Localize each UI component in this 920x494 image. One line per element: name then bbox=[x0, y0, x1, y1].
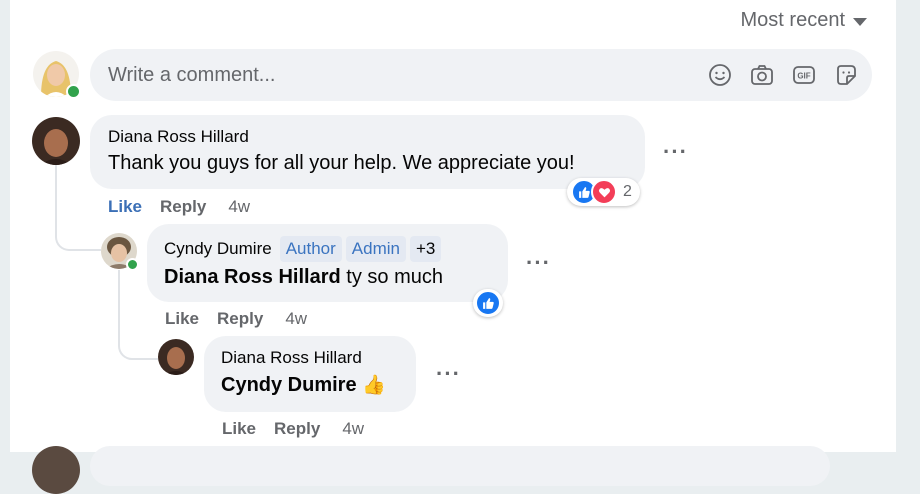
like-link[interactable]: Like bbox=[222, 419, 256, 439]
camera-icon[interactable] bbox=[750, 63, 774, 87]
comment-actions: Like Reply 4w bbox=[222, 419, 382, 439]
reply-link[interactable]: Reply bbox=[160, 197, 206, 217]
sort-dropdown[interactable]: Most recent bbox=[741, 9, 867, 32]
more-options-icon[interactable]: ··· bbox=[436, 361, 461, 387]
comment-author-avatar[interactable] bbox=[101, 233, 139, 271]
author-badge: Author bbox=[279, 236, 342, 262]
thread-connector bbox=[118, 320, 158, 360]
admin-badge: Admin bbox=[345, 236, 406, 262]
comment-actions: Like Reply 4w bbox=[165, 309, 325, 329]
comment-bubble: Cyndy Dumire Author Admin +3 Diana Ross … bbox=[147, 224, 508, 302]
comment-actions: Like Reply 4w bbox=[108, 197, 268, 217]
avatar-image bbox=[32, 446, 80, 494]
comment-author-avatar[interactable] bbox=[32, 446, 80, 494]
reply-link[interactable]: Reply bbox=[274, 419, 320, 439]
emoji-icon[interactable] bbox=[708, 63, 732, 87]
comment-bubble: Diana Ross Hillard Cyndy Dumire 👍 bbox=[204, 336, 416, 412]
more-badges[interactable]: +3 bbox=[409, 236, 442, 262]
like-link[interactable]: Like bbox=[108, 197, 142, 217]
comment-text: ty so much bbox=[340, 266, 443, 288]
gif-icon[interactable]: GIF bbox=[792, 63, 816, 87]
comment-bubble bbox=[90, 446, 830, 486]
comment-input[interactable] bbox=[90, 49, 650, 101]
sticker-icon[interactable] bbox=[834, 63, 858, 87]
avatar-image bbox=[32, 117, 80, 165]
mention-link[interactable]: Diana Ross Hillard bbox=[164, 266, 341, 288]
thumbs-up-emoji: 👍 bbox=[362, 375, 386, 396]
thread-connector bbox=[55, 215, 101, 251]
sort-label: Most recent bbox=[740, 9, 845, 31]
more-options-icon[interactable]: ··· bbox=[526, 250, 551, 276]
comment-author-avatar[interactable] bbox=[158, 339, 194, 375]
mention-link[interactable]: Cyndy Dumire bbox=[221, 374, 357, 396]
online-status-dot bbox=[66, 84, 81, 99]
caret-down-icon bbox=[853, 18, 867, 26]
timestamp[interactable]: 4w bbox=[285, 309, 307, 329]
avatar-image bbox=[158, 339, 194, 375]
reactions-summary[interactable]: 2 bbox=[567, 178, 640, 206]
svg-text:GIF: GIF bbox=[797, 72, 810, 81]
comment-author-name[interactable]: Diana Ross Hillard bbox=[221, 348, 416, 368]
comment-text: Thank you guys for all your help. We app… bbox=[108, 152, 575, 174]
timestamp[interactable]: 4w bbox=[342, 419, 364, 439]
love-reaction-icon bbox=[591, 179, 617, 205]
comment-author-name[interactable]: Diana Ross Hillard bbox=[108, 127, 645, 147]
comment-composer: GIF bbox=[90, 49, 872, 101]
more-options-icon[interactable]: ··· bbox=[663, 139, 688, 165]
like-reaction-icon bbox=[475, 290, 501, 316]
comment-author-name[interactable]: Cyndy Dumire bbox=[164, 239, 272, 259]
comment-author-avatar[interactable] bbox=[32, 117, 80, 165]
current-user-avatar[interactable] bbox=[33, 51, 81, 99]
reply-link[interactable]: Reply bbox=[217, 309, 263, 329]
comment-bubble: Diana Ross Hillard Thank you guys for al… bbox=[90, 115, 645, 189]
online-status-dot bbox=[126, 258, 139, 271]
like-link[interactable]: Like bbox=[165, 309, 199, 329]
reaction-count: 2 bbox=[623, 183, 632, 200]
reactions-summary[interactable] bbox=[473, 289, 503, 317]
timestamp[interactable]: 4w bbox=[228, 197, 250, 217]
